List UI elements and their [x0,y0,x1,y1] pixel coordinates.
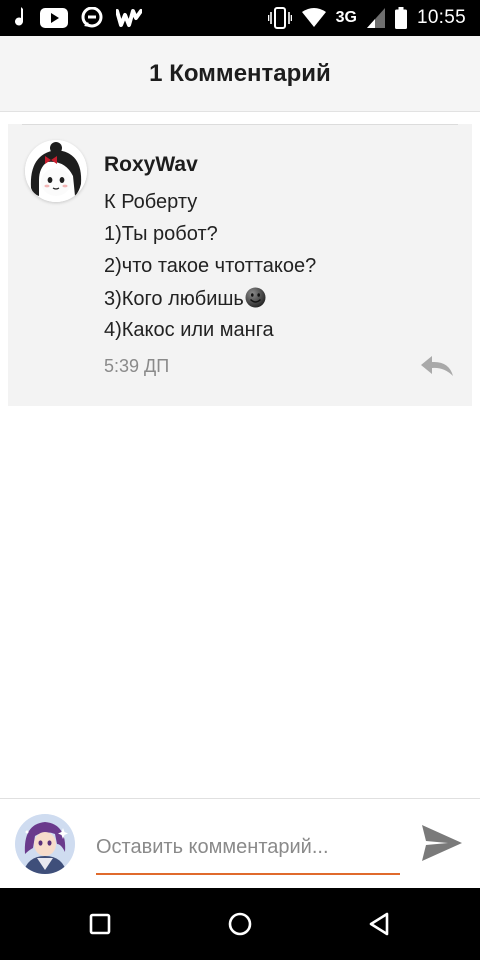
send-icon[interactable] [420,823,464,863]
music-note-icon [14,7,28,29]
reply-icon[interactable] [420,354,454,380]
status-bar: 3G 10:55 [0,0,480,36]
amino-icon [80,7,104,29]
wattpad-icon [116,8,142,28]
page-title: 1 Комментарий [149,59,331,87]
user-avatar[interactable] [15,814,75,874]
youtube-icon [40,8,68,28]
comment-text-line: 4)Какос или манга [104,319,274,341]
comment-input[interactable] [96,827,400,875]
signal-icon [366,8,385,28]
header: 1 Комментарий [0,36,480,112]
divider [22,124,458,125]
back-icon[interactable] [366,910,394,938]
battery-icon [394,7,407,29]
comment-text-line: 2)что такое чтоттакое? [104,255,317,277]
clock: 10:55 [416,7,466,28]
comment-text-line: 1)Ты робот? [104,223,218,245]
comment-composer [0,798,480,888]
comment-card: RoxyWav К Роберту 1)Ты робот? 2)что тако… [8,124,472,406]
comment-text-line: К Роберту [104,191,198,213]
wifi-icon [301,8,326,28]
navigation-bar [0,888,480,960]
smiley-icon [245,287,266,308]
recent-apps-icon[interactable] [86,910,114,938]
commenter-avatar[interactable] [25,140,87,202]
network-type: 3G [335,9,357,26]
comment-author[interactable]: RoxyWav [104,153,198,177]
comment-text-line: 3)Кого любишь [104,287,266,311]
home-icon[interactable] [226,910,254,938]
comment-text-fragment: 3)Кого любишь [104,288,244,310]
comment-timestamp: 5:39 ДП [104,356,170,376]
vibrate-icon [267,7,292,29]
